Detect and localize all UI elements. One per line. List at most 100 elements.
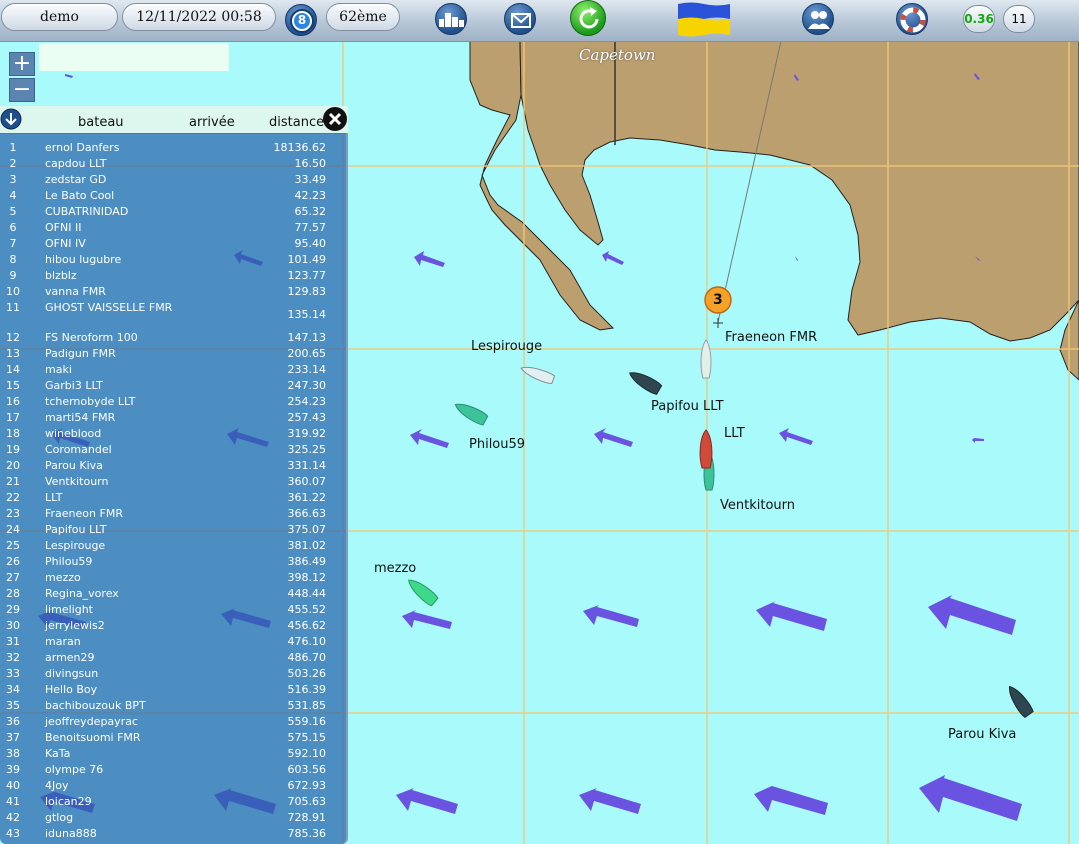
rank-number: 31 <box>6 635 20 648</box>
boat-name: Parou Kiva <box>45 459 103 472</box>
table-row[interactable]: 12 FS Neroform 100 147.13 <box>0 331 348 347</box>
table-row[interactable]: 11 GHOST VAISSELLE FMR 135.14 <box>0 301 348 331</box>
search-field[interactable] <box>39 43 229 71</box>
table-row[interactable]: 33 divingsun 503.26 <box>0 667 348 683</box>
table-row[interactable]: 6 OFNI II 77.57 <box>0 221 348 237</box>
table-row[interactable]: 14 maki 233.14 <box>0 363 348 379</box>
rank-number: 23 <box>6 507 20 520</box>
table-row[interactable]: 20 Parou Kiva 331.14 <box>0 459 348 475</box>
close-icon[interactable] <box>322 106 348 132</box>
table-row[interactable]: 15 Garbi3 LLT 247.30 <box>0 379 348 395</box>
table-row[interactable]: 32 armen29 486.70 <box>0 651 348 667</box>
team-button[interactable] <box>802 3 834 35</box>
help-button[interactable] <box>896 3 928 35</box>
rank-number: 11 <box>6 301 20 314</box>
table-row[interactable]: 42 gtlog 728.91 <box>0 811 348 827</box>
column-distance[interactable]: distance <box>269 115 324 130</box>
rank-number: 17 <box>6 411 20 424</box>
ranking-button[interactable] <box>435 3 467 35</box>
user-button[interactable]: demo <box>1 3 118 31</box>
table-row[interactable]: 13 Padigun FMR 200.65 <box>0 347 348 363</box>
table-row[interactable]: 3 zedstar GD 33.49 <box>0 173 348 189</box>
rank-number: 42 <box>6 811 20 824</box>
table-row[interactable]: 29 limelight 455.52 <box>0 603 348 619</box>
table-row[interactable]: 25 Lespirouge 381.02 <box>0 539 348 555</box>
column-boat[interactable]: bateau <box>78 115 124 130</box>
ranking-list[interactable]: 1 ernol Danfers 18136.62 2 capdou LLT 16.50 3 z… <box>0 133 348 844</box>
boat-name: marti54 FMR <box>45 411 116 424</box>
boat-name: bachibouzouk BPT <box>45 699 146 712</box>
table-row[interactable]: 1 ernol Danfers 18136.62 <box>0 141 348 157</box>
boat-name: Papifou LLT <box>45 523 107 536</box>
rank-number: 9 <box>9 269 17 282</box>
podium-icon <box>439 13 464 27</box>
table-row[interactable]: 16 tchernobyde LLT 254.23 <box>0 395 348 411</box>
clock-button[interactable]: 8 <box>285 4 317 36</box>
boat-distance: 95.40 <box>294 237 327 250</box>
table-row[interactable]: 30 jerrylewis2 456.62 <box>0 619 348 635</box>
table-row[interactable]: 41 loican29 705.63 <box>0 795 348 811</box>
collapse-icon[interactable] <box>0 108 22 130</box>
table-row[interactable]: 22 LLT 361.22 <box>0 491 348 507</box>
table-row[interactable]: 19 Coromandel 325.25 <box>0 443 348 459</box>
rank-number: 14 <box>6 363 20 376</box>
table-row[interactable]: 37 Benoitsuomi FMR 575.15 <box>0 731 348 747</box>
table-row[interactable]: 18 wineblood 319.92 <box>0 427 348 443</box>
rank-number: 15 <box>6 379 20 392</box>
ranking-header: bateau arrivée distance <box>0 106 348 134</box>
table-row[interactable]: 10 vanna FMR 129.83 <box>0 285 348 301</box>
waypoint-number: 3 <box>713 292 723 308</box>
table-row[interactable]: 27 mezzo 398.12 <box>0 571 348 587</box>
table-row[interactable]: 7 OFNI IV 95.40 <box>0 237 348 253</box>
table-row[interactable]: 5 CUBATRINIDAD 65.32 <box>0 205 348 221</box>
boat-name: vanna FMR <box>45 285 106 298</box>
rank-number: 12 <box>6 331 20 344</box>
boat-distance: 42.23 <box>294 189 327 202</box>
zoom-out-button[interactable]: − <box>9 78 35 102</box>
boat-label: Lespirouge <box>471 339 543 354</box>
table-row[interactable]: 36 jeoffreydepayrac 559.16 <box>0 715 348 731</box>
table-row[interactable]: 31 maran 476.10 <box>0 635 348 651</box>
mail-button[interactable] <box>504 3 536 35</box>
table-row[interactable]: 17 marti54 FMR 257.43 <box>0 411 348 427</box>
rank-number: 40 <box>6 779 20 792</box>
boat-distance: 361.22 <box>287 491 327 504</box>
boat-name: GHOST VAISSELLE FMR <box>45 301 173 314</box>
rank-number: 37 <box>6 731 20 744</box>
boat-name: Le Bato Cool <box>45 189 115 202</box>
table-row[interactable]: 39 olympe 76 603.56 <box>0 763 348 779</box>
table-row[interactable]: 23 Fraeneon FMR 366.63 <box>0 507 348 523</box>
table-row[interactable]: 8 hibou lugubre 101.49 <box>0 253 348 269</box>
table-row[interactable]: 40 4Joy 672.93 <box>0 779 348 795</box>
boat-name: FS Neroform 100 <box>45 331 138 344</box>
boat-distance: 603.56 <box>287 763 327 776</box>
table-row[interactable]: 2 capdou LLT 16.50 <box>0 157 348 173</box>
table-row[interactable]: 38 KaTa 592.10 <box>0 747 348 763</box>
rank-number: 27 <box>6 571 20 584</box>
boat-distance: 381.02 <box>287 539 327 552</box>
table-row[interactable]: 24 Papifou LLT 375.07 <box>0 523 348 539</box>
table-row[interactable]: 35 bachibouzouk BPT 531.85 <box>0 699 348 715</box>
boat-name: loican29 <box>45 795 92 808</box>
rank-number: 19 <box>6 443 20 456</box>
table-row[interactable]: 34 Hello Boy 516.39 <box>0 683 348 699</box>
rank-number: 13 <box>6 347 20 360</box>
ukraine-flag-icon[interactable] <box>676 1 732 37</box>
datetime-button[interactable]: 12/11/2022 00:58 <box>122 3 276 31</box>
table-row[interactable]: 21 Ventkitourn 360.07 <box>0 475 348 491</box>
score-left[interactable]: 0.36 <box>963 5 995 33</box>
score-right[interactable]: 11 <box>1003 5 1035 33</box>
column-arrival[interactable]: arrivée <box>189 115 235 130</box>
rank-number: 32 <box>6 651 20 664</box>
zoom-in-button[interactable]: + <box>9 52 35 76</box>
refresh-button[interactable] <box>570 0 606 36</box>
table-row[interactable]: 9 blzblz 123.77 <box>0 269 348 285</box>
rank-button[interactable]: 62ème <box>326 3 400 31</box>
table-row[interactable]: 26 Philou59 386.49 <box>0 555 348 571</box>
boat-name: mezzo <box>45 571 81 584</box>
table-row[interactable]: 43 iduna888 785.36 <box>0 827 348 843</box>
table-row[interactable]: 4 Le Bato Cool 42.23 <box>0 189 348 205</box>
table-row[interactable]: 28 Regina_vorex 448.44 <box>0 587 348 603</box>
boat-name: Regina_vorex <box>45 587 119 600</box>
boat-distance: 247.30 <box>287 379 327 392</box>
